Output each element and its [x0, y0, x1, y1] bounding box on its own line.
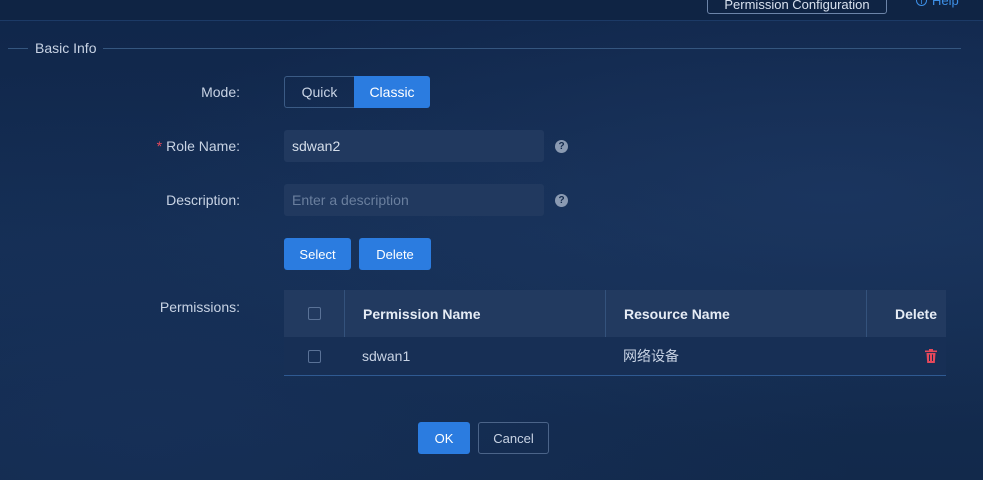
- role-name-input[interactable]: [292, 138, 536, 154]
- select-button[interactable]: Select: [284, 238, 351, 270]
- role-name-label: Role Name:: [166, 138, 240, 154]
- table-row: sdwan1 网络设备: [284, 337, 946, 376]
- info-circle-icon: i: [916, 0, 927, 6]
- role-name-field[interactable]: [284, 130, 544, 162]
- page-background: [0, 0, 983, 480]
- question-circle-icon[interactable]: ?: [555, 194, 568, 207]
- permissions-table: Permission Name Resource Name Delete sdw…: [284, 290, 946, 376]
- column-header-delete: Delete: [866, 290, 946, 337]
- description-input[interactable]: [292, 192, 536, 208]
- divider: [103, 47, 961, 49]
- mode-label: Mode:: [201, 84, 240, 100]
- select-all-checkbox[interactable]: [307, 307, 321, 320]
- permission-configuration-label: Permission Configuration: [724, 0, 870, 12]
- section-header: Basic Info: [8, 40, 961, 56]
- help-link[interactable]: i Help: [916, 0, 959, 8]
- description-field[interactable]: [284, 184, 544, 216]
- permission-name-cell: sdwan1: [362, 348, 411, 364]
- description-label: Description:: [166, 192, 240, 208]
- table-header: Permission Name Resource Name Delete: [284, 290, 946, 337]
- mode-classic-button[interactable]: Classic: [354, 76, 430, 108]
- question-circle-icon[interactable]: ?: [555, 140, 568, 153]
- permission-configuration-button[interactable]: Permission Configuration: [707, 0, 887, 14]
- section-title: Basic Info: [35, 40, 97, 56]
- header-checkbox-cell: [284, 290, 344, 337]
- row-checkbox[interactable]: [307, 349, 321, 363]
- column-header-permission-name: Permission Name: [344, 290, 605, 337]
- top-bar: Permission Configuration i Help: [0, 0, 983, 21]
- ok-button[interactable]: OK: [418, 422, 470, 454]
- cancel-button[interactable]: Cancel: [478, 422, 549, 454]
- required-mark: *: [156, 138, 163, 154]
- delete-button[interactable]: Delete: [359, 238, 431, 270]
- role-name-label-wrap: * Role Name:: [157, 138, 240, 154]
- permissions-label: Permissions:: [159, 299, 240, 315]
- trash-icon[interactable]: [925, 349, 937, 363]
- delete-cell: [866, 337, 946, 375]
- divider: [8, 47, 28, 49]
- mode-quick-button[interactable]: Quick: [284, 76, 354, 108]
- row-checkbox-cell: [284, 337, 344, 375]
- mode-segmented-control: Quick Classic: [284, 76, 430, 108]
- column-header-resource-name: Resource Name: [605, 290, 866, 337]
- resource-name-cell: 网络设备: [623, 348, 679, 364]
- help-label: Help: [932, 0, 959, 8]
